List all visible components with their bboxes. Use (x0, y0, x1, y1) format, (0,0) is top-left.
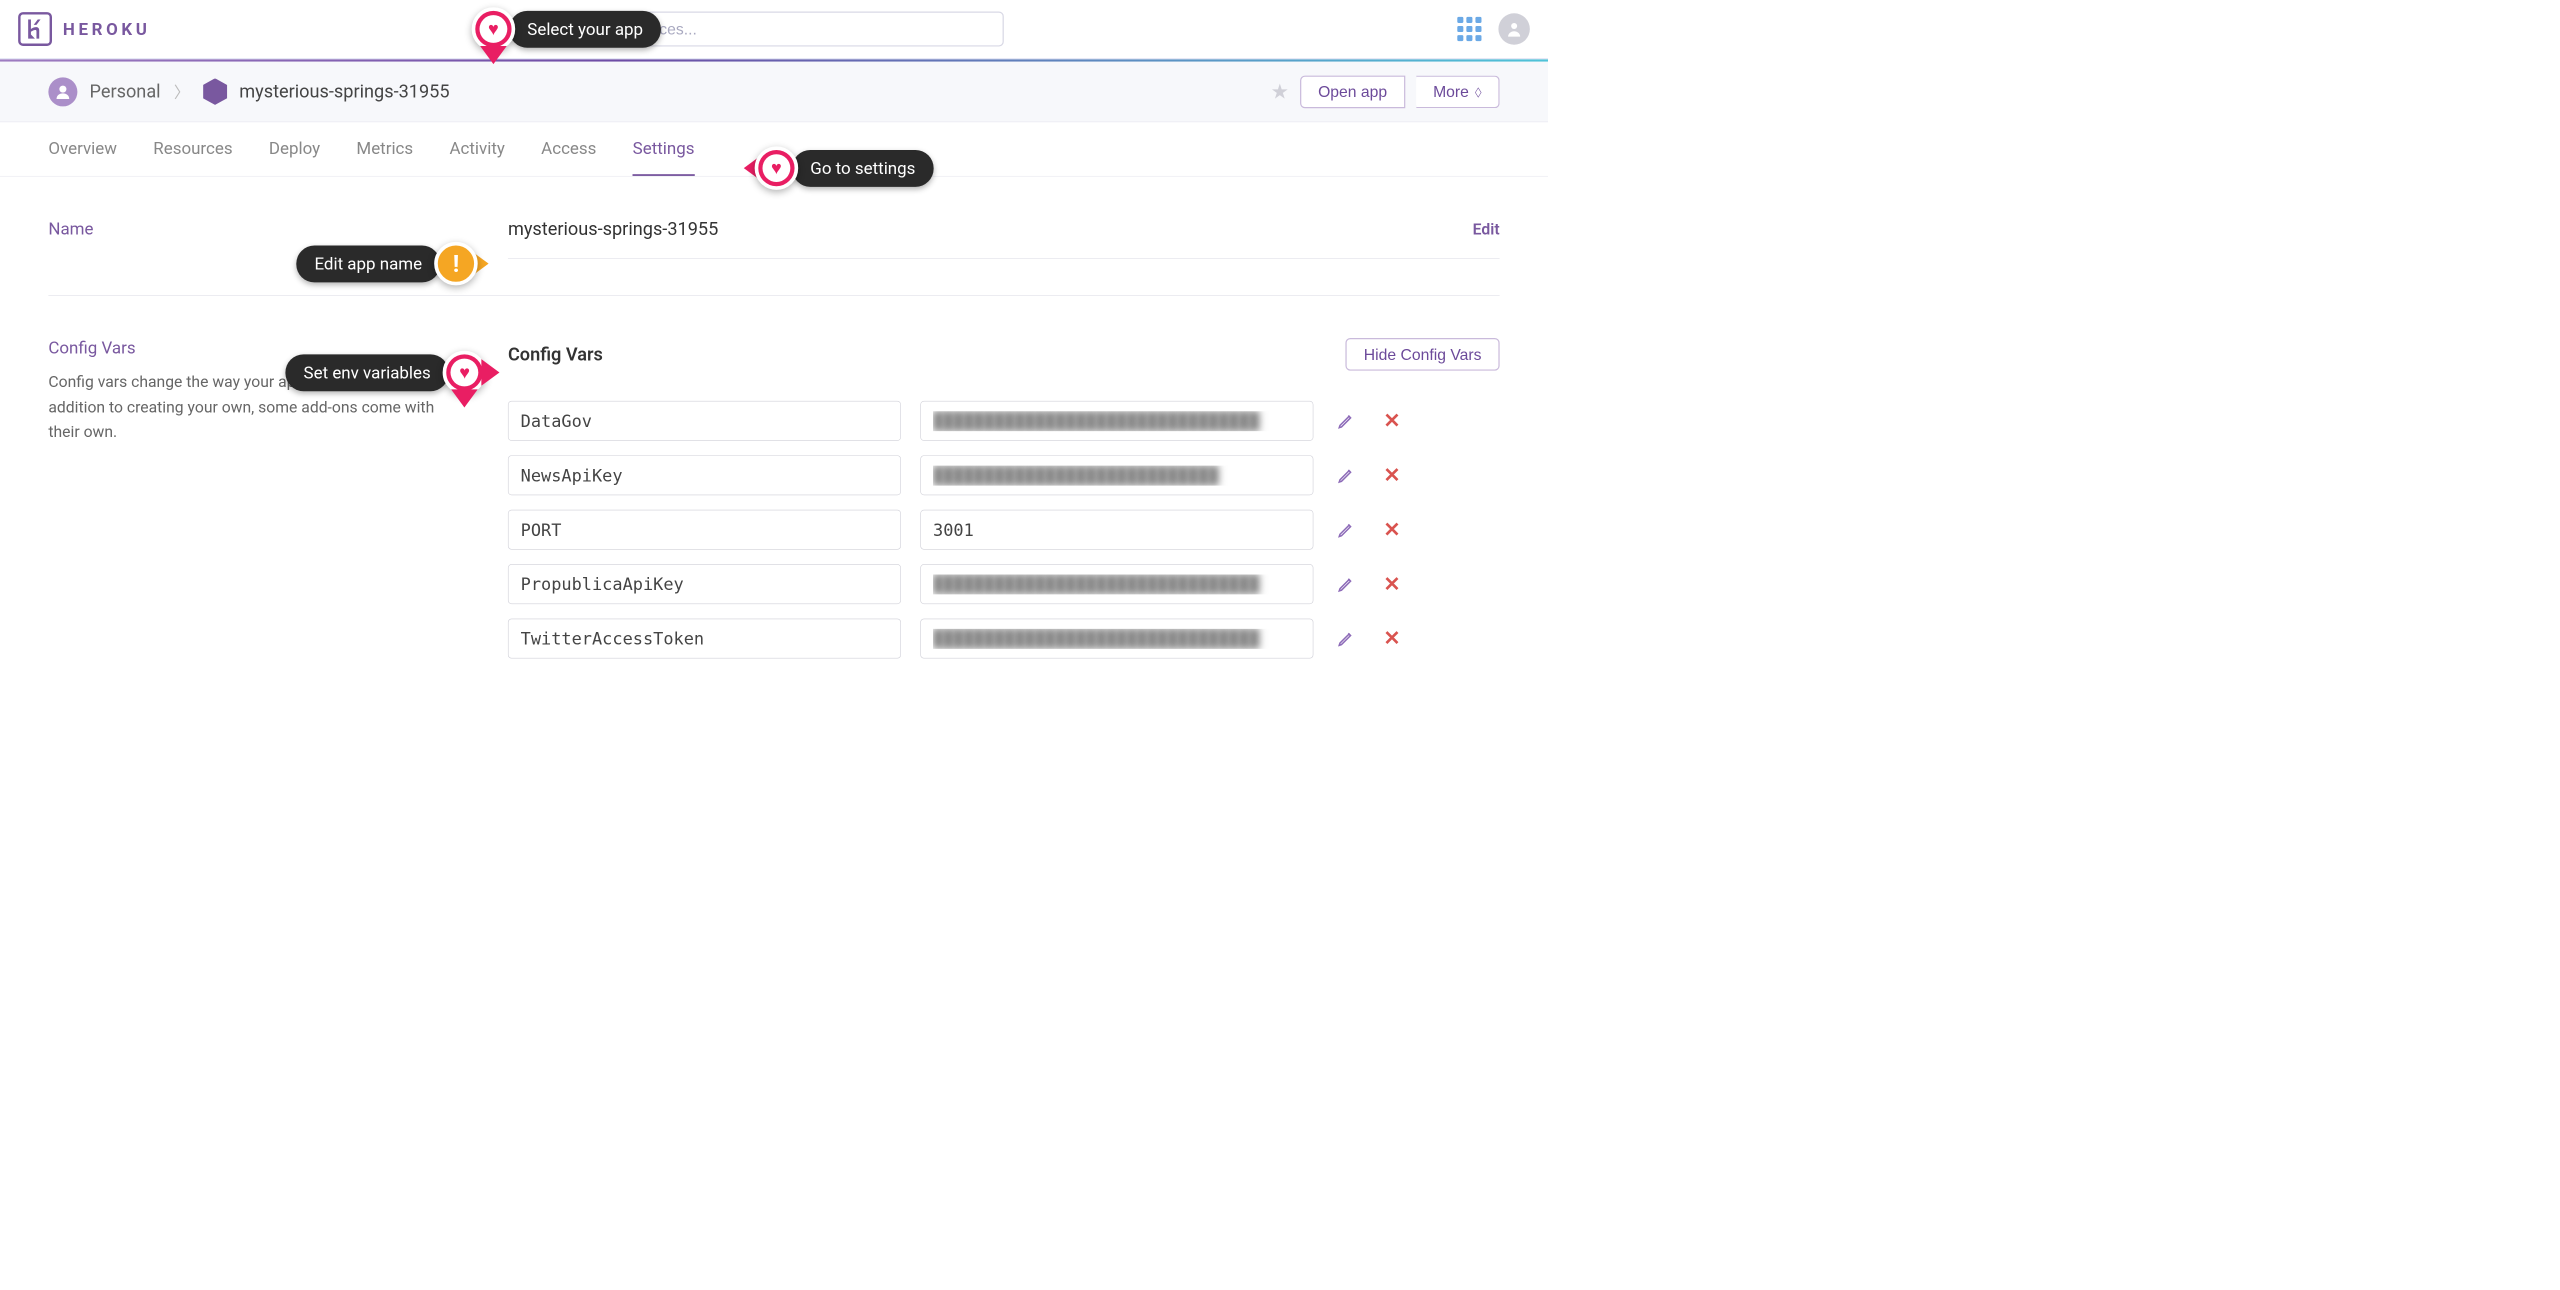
tab-access[interactable]: Access (541, 122, 596, 176)
tab-overview[interactable]: Overview (48, 122, 117, 176)
avatar[interactable] (1498, 13, 1529, 44)
content: Name mysterious-springs-31955 Edit Confi… (0, 177, 1548, 752)
config-var-value[interactable] (920, 455, 1313, 495)
tab-resources[interactable]: Resources (153, 122, 232, 176)
star-icon[interactable]: ★ (1271, 80, 1289, 104)
config-vars-section: Config Vars Config vars change the way y… (48, 338, 1499, 673)
config-var-value[interactable] (920, 510, 1313, 550)
heart-icon: ♥ (771, 158, 782, 179)
callout-label: Set env variables (285, 354, 448, 391)
logo[interactable]: HEROKU (18, 12, 150, 46)
pencil-icon[interactable] (1333, 571, 1360, 598)
heroku-logo-icon (18, 12, 52, 46)
breadcrumb-account[interactable]: Personal (89, 81, 160, 102)
name-section: Name mysterious-springs-31955 Edit (48, 219, 1499, 259)
topbar-right (1457, 13, 1530, 44)
callout-label: Go to settings (792, 150, 933, 187)
config-var-value[interactable] (920, 564, 1313, 604)
delete-icon[interactable]: ✕ (1379, 625, 1406, 652)
config-var-row: ✕ (508, 619, 1500, 659)
config-var-value[interactable] (920, 401, 1313, 441)
breadcrumb-app[interactable]: mysterious-springs-31955 (239, 81, 449, 102)
tab-settings[interactable]: Settings (633, 122, 695, 176)
brand-text: HEROKU (63, 19, 151, 39)
name-label: Name (48, 219, 435, 239)
pencil-icon[interactable] (1333, 408, 1360, 435)
updown-icon: ◇ (1475, 83, 1482, 99)
apps-grid-icon[interactable] (1457, 17, 1481, 41)
heart-icon: ♥ (459, 362, 470, 383)
callout-go-settings: ♥ Go to settings (744, 146, 934, 190)
app-hex-icon (203, 78, 227, 105)
config-var-key[interactable] (508, 564, 901, 604)
delete-icon[interactable]: ✕ (1379, 462, 1406, 489)
config-var-row: ✕ (508, 510, 1500, 550)
hide-config-vars-button[interactable]: Hide Config Vars (1346, 338, 1500, 371)
person-icon (48, 77, 77, 106)
chevron-right-icon: 〉 (174, 80, 190, 102)
config-var-key[interactable] (508, 401, 901, 441)
callout-label: Select your app (509, 11, 661, 48)
edit-name-link[interactable]: Edit (1473, 220, 1500, 238)
divider (48, 295, 1499, 296)
tab-metrics[interactable]: Metrics (356, 122, 413, 176)
callout-label: Edit app name (296, 245, 440, 282)
config-var-key[interactable] (508, 619, 901, 659)
tab-activity[interactable]: Activity (449, 122, 504, 176)
pencil-icon[interactable] (1333, 625, 1360, 652)
callout-env-vars: Set env variables ♥ (285, 351, 486, 395)
pencil-icon[interactable] (1333, 516, 1360, 543)
config-var-row: ✕ (508, 564, 1500, 604)
exclaim-icon: ! (453, 249, 460, 277)
delete-icon[interactable]: ✕ (1379, 516, 1406, 543)
open-app-button[interactable]: Open app (1300, 75, 1405, 108)
callout-edit-name: Edit app name ! (296, 242, 488, 286)
config-var-row: ✕ (508, 401, 1500, 441)
config-var-key[interactable] (508, 455, 901, 495)
callout-select-app: ♥ Select your app (472, 7, 662, 51)
config-var-key[interactable] (508, 510, 901, 550)
config-vars-title: Config Vars (508, 344, 603, 365)
topbar: HEROKU (0, 0, 1548, 59)
delete-icon[interactable]: ✕ (1379, 571, 1406, 598)
config-var-row: ✕ (508, 455, 1500, 495)
subheader-actions: ★ Open app More ◇ (1271, 75, 1500, 108)
breadcrumb-bar: Personal 〉 mysterious-springs-31955 ★ Op… (0, 62, 1548, 122)
tab-deploy[interactable]: Deploy (269, 122, 320, 176)
heart-icon: ♥ (488, 18, 499, 39)
config-var-value[interactable] (920, 619, 1313, 659)
app-name-value: mysterious-springs-31955 (508, 219, 1455, 240)
more-button[interactable]: More ◇ (1416, 75, 1499, 108)
pencil-icon[interactable] (1333, 462, 1360, 489)
delete-icon[interactable]: ✕ (1379, 408, 1406, 435)
